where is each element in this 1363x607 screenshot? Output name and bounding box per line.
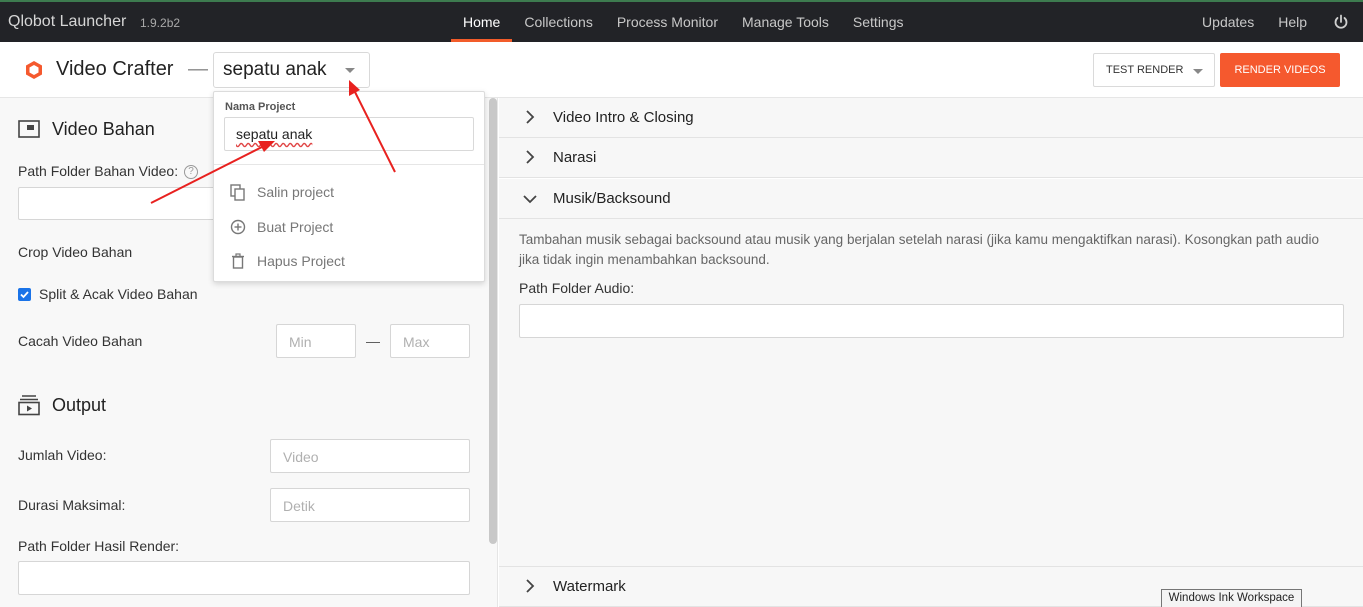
buat-project-label: Buat Project: [257, 219, 334, 235]
section-video-intro[interactable]: Video Intro & Closing: [499, 98, 1363, 138]
path-audio-label: Path Folder Audio:: [519, 280, 635, 296]
salin-project-label: Salin project: [257, 184, 335, 200]
musik-section-body: Tambahan musik sebagai backsound atau mu…: [499, 219, 1363, 567]
output-title: Output: [52, 395, 107, 415]
hasil-render-label: Path Folder Hasil Render:: [18, 538, 180, 554]
nama-project-input[interactable]: sepatu anak: [224, 117, 474, 151]
chevron-right-icon: [526, 579, 535, 593]
test-render-button[interactable]: TEST RENDER: [1093, 53, 1215, 87]
video-crafter-logo-icon: [24, 60, 44, 85]
nav-collections[interactable]: Collections: [512, 2, 604, 42]
windows-ink-tooltip: Windows Ink Workspace: [1161, 589, 1302, 607]
chevron-right-icon: [526, 150, 535, 164]
jumlah-video-label: Jumlah Video:: [18, 447, 107, 463]
dropdown-divider: [214, 164, 484, 165]
app-version: 1.9.2b2: [140, 16, 181, 30]
title-separator: —: [188, 58, 208, 80]
section-narasi-label: Narasi: [553, 149, 597, 166]
copy-icon: [230, 184, 245, 201]
power-icon[interactable]: [1319, 2, 1363, 42]
page-header: Video Crafter — sepatu anak TEST RENDER …: [0, 42, 1363, 98]
chevron-down-icon: [1193, 69, 1203, 74]
crop-video-label: Crop Video Bahan: [18, 244, 133, 260]
split-acak-label: Split & Acak Video Bahan: [39, 286, 198, 302]
section-watermark-label: Watermark: [553, 578, 626, 595]
nama-project-label: Nama Project: [225, 101, 296, 113]
durasi-input[interactable]: Detik: [270, 488, 470, 522]
cacah-min-placeholder: Min: [289, 334, 312, 350]
jumlah-video-input[interactable]: Video: [270, 439, 470, 473]
left-scrollbar[interactable]: [489, 98, 497, 544]
cacah-min-input[interactable]: Min: [276, 324, 356, 358]
project-dropdown: Nama Project sepatu anak Salin project B…: [213, 91, 485, 282]
right-panel: Video Intro & Closing Narasi Musik/Backs…: [499, 98, 1363, 607]
add-circle-icon: [230, 219, 246, 235]
test-render-label: TEST RENDER: [1106, 64, 1184, 76]
section-musik-label: Musik/Backsound: [553, 190, 671, 207]
musik-description: Tambahan musik sebagai backsound atau mu…: [519, 232, 1319, 267]
hapus-project-label: Hapus Project: [257, 253, 345, 269]
render-videos-button[interactable]: RENDER VIDEOS: [1220, 53, 1340, 87]
help-link[interactable]: Help: [1266, 14, 1319, 30]
section-narasi[interactable]: Narasi: [499, 138, 1363, 178]
chevron-down-icon: [345, 68, 355, 73]
path-audio-input[interactable]: [519, 304, 1344, 338]
section-video-intro-label: Video Intro & Closing: [553, 109, 694, 126]
app-name: Qlobot Launcher: [8, 13, 127, 30]
range-separator: —: [366, 333, 380, 349]
durasi-placeholder: Detik: [283, 498, 315, 514]
nav-manage-tools[interactable]: Manage Tools: [730, 2, 841, 42]
page-title: Video Crafter: [56, 58, 174, 80]
nama-project-value: sepatu anak: [236, 126, 313, 142]
trash-icon: [232, 253, 244, 269]
nav-process-monitor[interactable]: Process Monitor: [605, 2, 730, 42]
video-bahan-title: Video Bahan: [52, 119, 155, 139]
chevron-right-icon: [526, 110, 535, 124]
nav-home[interactable]: Home: [451, 2, 513, 42]
updates-link[interactable]: Updates: [1190, 14, 1266, 30]
top-bar: Qlobot Launcher 1.9.2b2 Home Collections…: [0, 0, 1363, 42]
hasil-render-input[interactable]: [18, 561, 470, 595]
cacah-max-placeholder: Max: [403, 334, 430, 350]
split-acak-checkbox[interactable]: [18, 288, 31, 301]
durasi-label: Durasi Maksimal:: [18, 497, 126, 513]
path-bahan-label: Path Folder Bahan Video:: [18, 163, 179, 179]
path-bahan-input[interactable]: [18, 187, 218, 220]
jumlah-video-placeholder: Video: [283, 449, 319, 465]
project-select[interactable]: sepatu anak: [213, 52, 370, 88]
output-icon: [18, 394, 40, 421]
nav-settings[interactable]: Settings: [841, 2, 916, 42]
section-musik[interactable]: Musik/Backsound: [499, 179, 1363, 219]
video-bahan-icon: [18, 120, 40, 143]
cacah-max-input[interactable]: Max: [390, 324, 470, 358]
top-right-nav: Updates Help: [1190, 2, 1363, 42]
cacah-video-label: Cacah Video Bahan: [18, 333, 143, 349]
help-icon[interactable]: ?: [184, 165, 198, 179]
project-select-value: sepatu anak: [223, 59, 327, 80]
chevron-down-icon: [523, 195, 537, 204]
main-nav: Home Collections Process Monitor Manage …: [451, 2, 916, 42]
